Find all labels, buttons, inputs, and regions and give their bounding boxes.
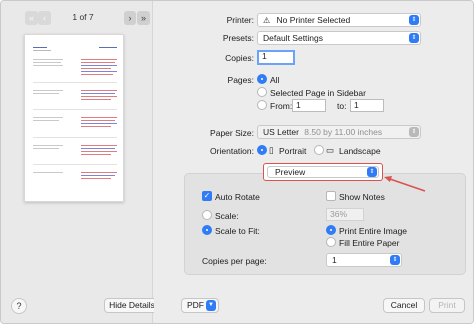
pages-selected-radio[interactable]	[257, 87, 267, 97]
section-value: Preview	[275, 167, 306, 177]
print-entire-image-radio[interactable]	[326, 225, 336, 235]
auto-rotate-label: Auto Rotate	[215, 192, 260, 202]
portrait-icon: ▯	[269, 145, 274, 155]
scale-to-fit-radio[interactable]	[202, 225, 212, 235]
paper-size-label: Paper Size:	[210, 128, 254, 138]
printer-select[interactable]: ⚠ No Printer Selected ⇕	[257, 13, 421, 27]
preview-options-panel: ✓ Auto Rotate Show Notes Scale: 36% Scal…	[184, 173, 466, 275]
pages-all-label: All	[270, 75, 280, 85]
pages-to-label: to:	[337, 101, 347, 111]
hide-details-button[interactable]: Hide Details	[104, 298, 160, 313]
chevron-updown-icon: ⇕	[409, 127, 419, 137]
previous-page-button[interactable]: ‹	[38, 11, 51, 25]
chevron-updown-icon: ⇕	[390, 255, 400, 265]
chevron-updown-icon: ⇕	[409, 15, 419, 25]
paper-size-value: US Letter	[263, 127, 299, 137]
chevron-updown-icon: ⇕	[409, 33, 419, 43]
chevron-down-icon: ▼	[206, 300, 216, 311]
scale-radio[interactable]	[202, 210, 212, 220]
last-page-icon: »	[140, 13, 146, 23]
previous-page-icon: ‹	[43, 13, 46, 23]
presets-select[interactable]: Default Settings ⇕	[257, 31, 421, 45]
page-thumbnail	[24, 34, 124, 202]
print-button[interactable]: Print	[429, 298, 465, 313]
portrait-label: Portrait	[279, 146, 307, 156]
fill-entire-paper-label: Fill Entire Paper	[339, 238, 400, 248]
pages-to-input[interactable]: 1	[350, 99, 384, 112]
next-page-button[interactable]: ›	[124, 11, 136, 25]
chevron-updown-icon: ⇕	[367, 167, 377, 177]
show-notes-label: Show Notes	[339, 192, 385, 202]
copies-per-page-select[interactable]: 1 ⇕	[326, 253, 402, 267]
scale-to-fit-label: Scale to Fit:	[215, 226, 260, 236]
next-page-icon: ›	[128, 13, 132, 23]
help-button[interactable]: ?	[11, 298, 27, 314]
section-select[interactable]: Preview ⇕	[267, 166, 379, 178]
auto-rotate-checkbox[interactable]: ✓	[202, 191, 212, 201]
print-entire-image-label: Print Entire Image	[339, 226, 408, 236]
cancel-button[interactable]: Cancel	[383, 298, 425, 313]
pdf-menu-button[interactable]: PDF ▼	[181, 298, 219, 313]
landscape-radio[interactable]	[314, 145, 324, 155]
landscape-label: Landscape	[339, 146, 381, 156]
portrait-radio[interactable]	[257, 145, 267, 155]
pages-label: Pages:	[227, 75, 254, 85]
pages-from-input[interactable]: 1	[292, 99, 326, 112]
page-indicator: 1 of 7	[72, 12, 94, 22]
pages-from-label: From:	[270, 101, 293, 111]
landscape-icon: ▭	[326, 145, 335, 155]
pages-all-radio[interactable]	[257, 74, 267, 84]
pages-selected-label: Selected Page in Sidebar	[270, 88, 366, 98]
first-page-button[interactable]: «	[25, 11, 38, 25]
fill-entire-paper-radio[interactable]	[326, 237, 336, 247]
copies-per-page-label: Copies per page:	[202, 256, 267, 266]
preview-sidebar: « ‹ 1 of 7 › » ? Hide Details	[1, 1, 160, 323]
paper-size-dims: 8.50 by 11.00 inches	[304, 127, 383, 137]
show-notes-checkbox[interactable]	[326, 191, 336, 201]
paper-size-select[interactable]: US Letter 8.50 by 11.00 inches ⇕	[257, 125, 421, 139]
printer-value: No Printer Selected	[276, 15, 351, 25]
printer-label: Printer:	[226, 15, 254, 25]
presets-label: Presets:	[222, 33, 254, 43]
copies-label: Copies:	[225, 53, 254, 63]
pages-range-radio[interactable]	[257, 100, 267, 110]
presets-value: Default Settings	[263, 33, 324, 43]
orientation-label: Orientation:	[210, 146, 254, 156]
last-page-button[interactable]: »	[137, 11, 150, 25]
copies-input[interactable]: 1	[257, 50, 295, 65]
scale-input[interactable]: 36%	[326, 208, 364, 221]
pdf-label: PDF	[187, 300, 204, 310]
section-select-highlight: Preview ⇕	[263, 163, 383, 181]
copies-per-page-value: 1	[332, 255, 337, 265]
scale-label: Scale:	[215, 211, 239, 221]
first-page-icon: «	[28, 13, 34, 23]
print-dialog: « ‹ 1 of 7 › » ? Hide Details Printer: ⚠…	[0, 0, 474, 324]
warning-icon: ⚠	[263, 16, 271, 25]
